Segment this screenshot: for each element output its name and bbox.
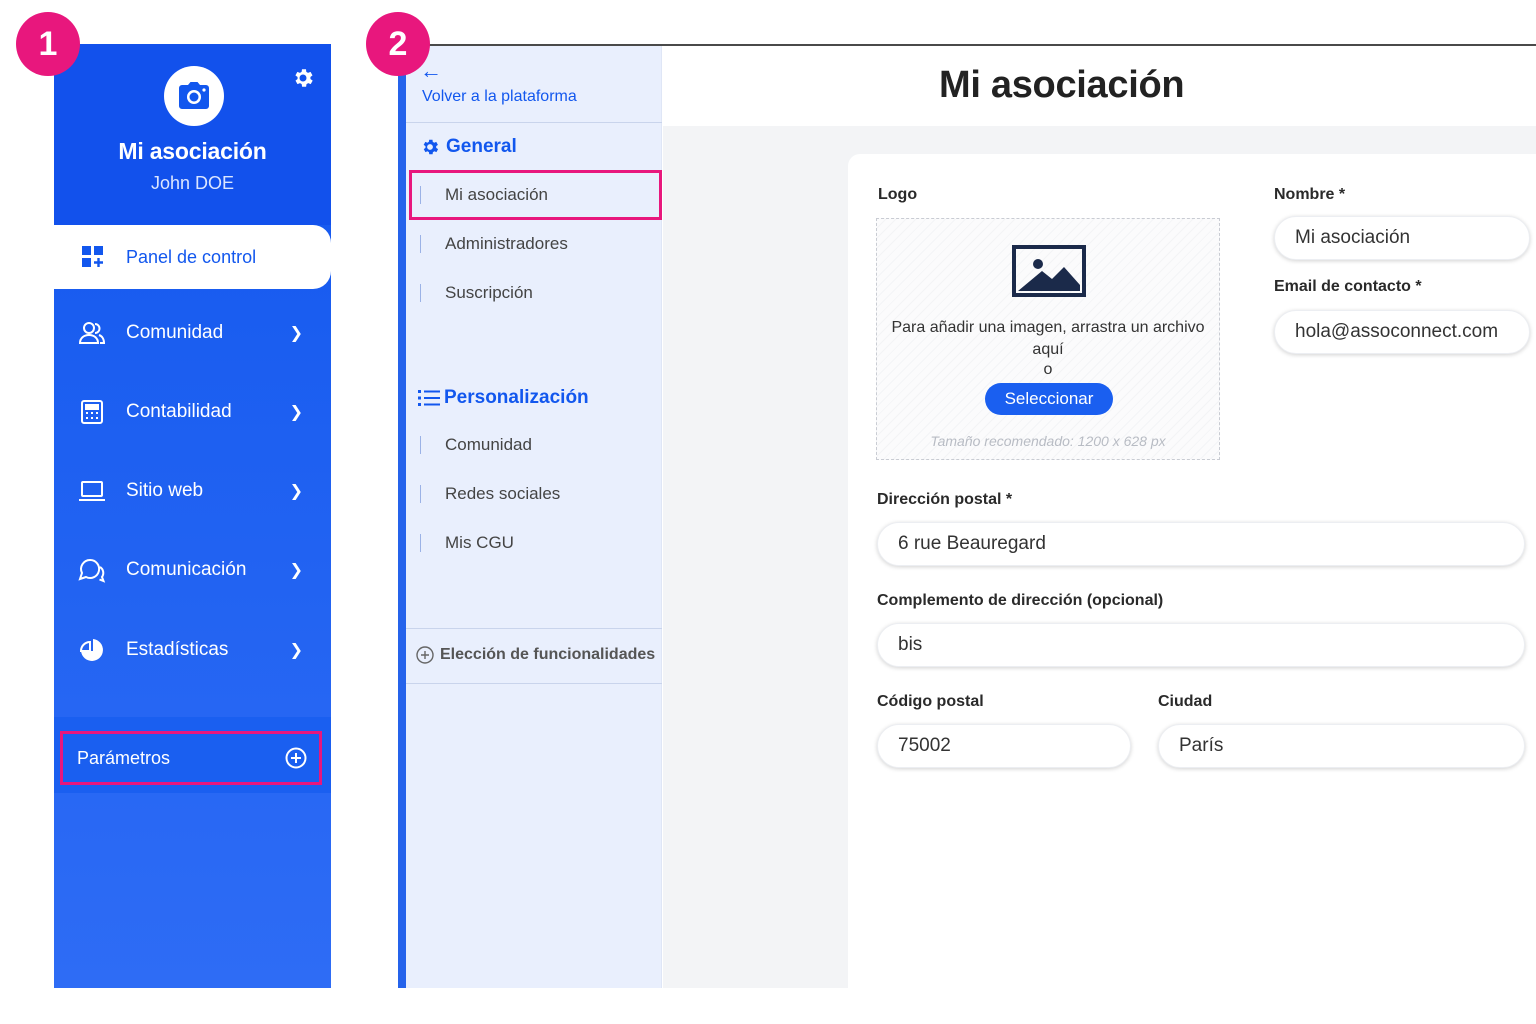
menu-item-label: Mi asociación [445, 185, 548, 204]
logo-dropzone[interactable]: Para añadir una imagen, arrastra un arch… [876, 218, 1220, 460]
menu-item-features[interactable]: Elección de funcionalidades [416, 646, 655, 664]
menu-item-terms[interactable]: Mis CGU [420, 523, 656, 563]
organization-name: Mi asociación [118, 138, 267, 164]
step-badge-1: 1 [16, 12, 80, 76]
sidebar-item-statistics[interactable]: Estadísticas ❯ [54, 620, 331, 680]
divider [420, 186, 421, 204]
divider [420, 235, 421, 253]
user-name: John DOE [150, 173, 235, 193]
address-input[interactable]: 6 rue Beauregard [877, 522, 1525, 566]
menu-section-title: General [446, 136, 517, 157]
sidebar-header: Mi asociación John DOE [54, 44, 331, 225]
pie-chart-icon [78, 636, 106, 664]
sidebar-item-label: Comunidad [126, 322, 224, 343]
sidebar-item-dashboard[interactable]: Panel de control [54, 225, 331, 289]
page-header: Mi asociación [663, 46, 1536, 126]
chevron-right-icon: ❯ [289, 325, 303, 342]
image-icon [1012, 245, 1086, 297]
menu-item-my-association[interactable]: Mi asociación [409, 170, 662, 220]
email-label: Email de contacto * [1274, 278, 1422, 295]
calculator-icon [78, 398, 106, 426]
menu-section-title: Personalización [444, 387, 589, 408]
sidebar-params-section: Parámetros [54, 717, 331, 793]
divider [406, 628, 662, 629]
chat-icon [78, 556, 106, 584]
address-complement-label: Complemento de dirección (opcional) [877, 592, 1164, 609]
sidebar-item-label: Estadísticas [126, 639, 229, 660]
sidebar-item-accounting[interactable]: Contabilidad ❯ [54, 382, 331, 442]
chevron-right-icon: ❯ [289, 642, 303, 659]
gear-icon[interactable] [291, 66, 315, 90]
name-label: Nombre * [1274, 186, 1346, 203]
menu-item-label: Mis CGU [445, 533, 514, 552]
sidebar-item-label: Comunicación [126, 559, 247, 580]
sidebar-item-communication[interactable]: Comunicación ❯ [54, 540, 331, 600]
plus-circle-icon [285, 747, 307, 769]
list-icon [418, 388, 440, 408]
divider [420, 284, 421, 302]
association-form-card: Logo Para añadir una imagen, arrastra un… [848, 154, 1536, 988]
logo-drop-hint: Para añadir una imagen, arrastra un arch… [891, 319, 1205, 358]
settings-screen: ← Volver a la plataforma General Mi asoc… [398, 44, 1536, 988]
divider [406, 683, 662, 684]
chevron-right-icon: ❯ [289, 562, 303, 579]
camera-icon[interactable] [164, 66, 224, 126]
menu-item-administrators[interactable]: Administradores [420, 224, 656, 264]
step-badge-2: 2 [366, 12, 430, 76]
laptop-icon [78, 477, 106, 505]
menu-item-community[interactable]: Comunidad [420, 425, 656, 465]
city-label: Ciudad [1158, 693, 1213, 710]
address-complement-input[interactable]: bis [877, 623, 1525, 667]
divider [420, 534, 421, 552]
menu-item-social-networks[interactable]: Redes sociales [420, 474, 656, 514]
select-file-button[interactable]: Seleccionar [985, 383, 1113, 415]
menu-item-label: Administradores [445, 234, 568, 253]
gear-icon [420, 137, 440, 157]
plus-circle-icon [416, 646, 434, 664]
menu-item-label: Elección de funcionalidades [440, 646, 656, 663]
logo-size-hint: Tamaño recomendado: 1200 x 628 px [930, 433, 1166, 449]
divider [420, 485, 421, 503]
city-input[interactable]: París [1158, 724, 1525, 768]
menu-section-general: General [420, 136, 517, 158]
sidebar-item-website[interactable]: Sitio web ❯ [54, 461, 331, 521]
chevron-right-icon: ❯ [289, 404, 303, 421]
address-label: Dirección postal * [877, 491, 1013, 508]
menu-section-personalization: Personalización [418, 387, 589, 409]
email-input[interactable]: hola@assoconnect.com [1274, 310, 1530, 354]
postal-code-input[interactable]: 75002 [877, 724, 1131, 768]
sidebar-item-parameters[interactable]: Parámetros [60, 731, 322, 785]
menu-item-subscription[interactable]: Suscripción [420, 273, 656, 313]
chevron-right-icon: ❯ [289, 483, 303, 500]
menu-item-label: Comunidad [445, 435, 532, 454]
logo-label: Logo [878, 186, 918, 203]
dashboard-icon [80, 244, 106, 270]
postal-code-label: Código postal [877, 693, 984, 710]
main-sidebar: Mi asociación John DOE Panel de control … [54, 44, 331, 988]
name-input[interactable]: Mi asociación [1274, 216, 1530, 260]
back-to-platform-link[interactable]: Volver a la plataforma [422, 88, 577, 106]
platform-edge-bar [398, 44, 406, 988]
users-icon [78, 319, 106, 347]
sidebar-item-label: Contabilidad [126, 401, 232, 422]
menu-item-label: Suscripción [445, 283, 533, 302]
page-title: Mi asociación [939, 64, 1185, 106]
sidebar-item-community[interactable]: Comunidad ❯ [54, 303, 331, 363]
logo-or-text: o [1043, 361, 1053, 378]
settings-menu: ← Volver a la plataforma General Mi asoc… [406, 46, 662, 988]
sidebar-item-label: Sitio web [126, 480, 204, 501]
divider [420, 436, 421, 454]
divider [406, 122, 662, 123]
sidebar-item-label: Panel de control [126, 246, 257, 267]
menu-item-label: Redes sociales [445, 484, 561, 503]
sidebar-item-label: Parámetros [77, 747, 171, 768]
